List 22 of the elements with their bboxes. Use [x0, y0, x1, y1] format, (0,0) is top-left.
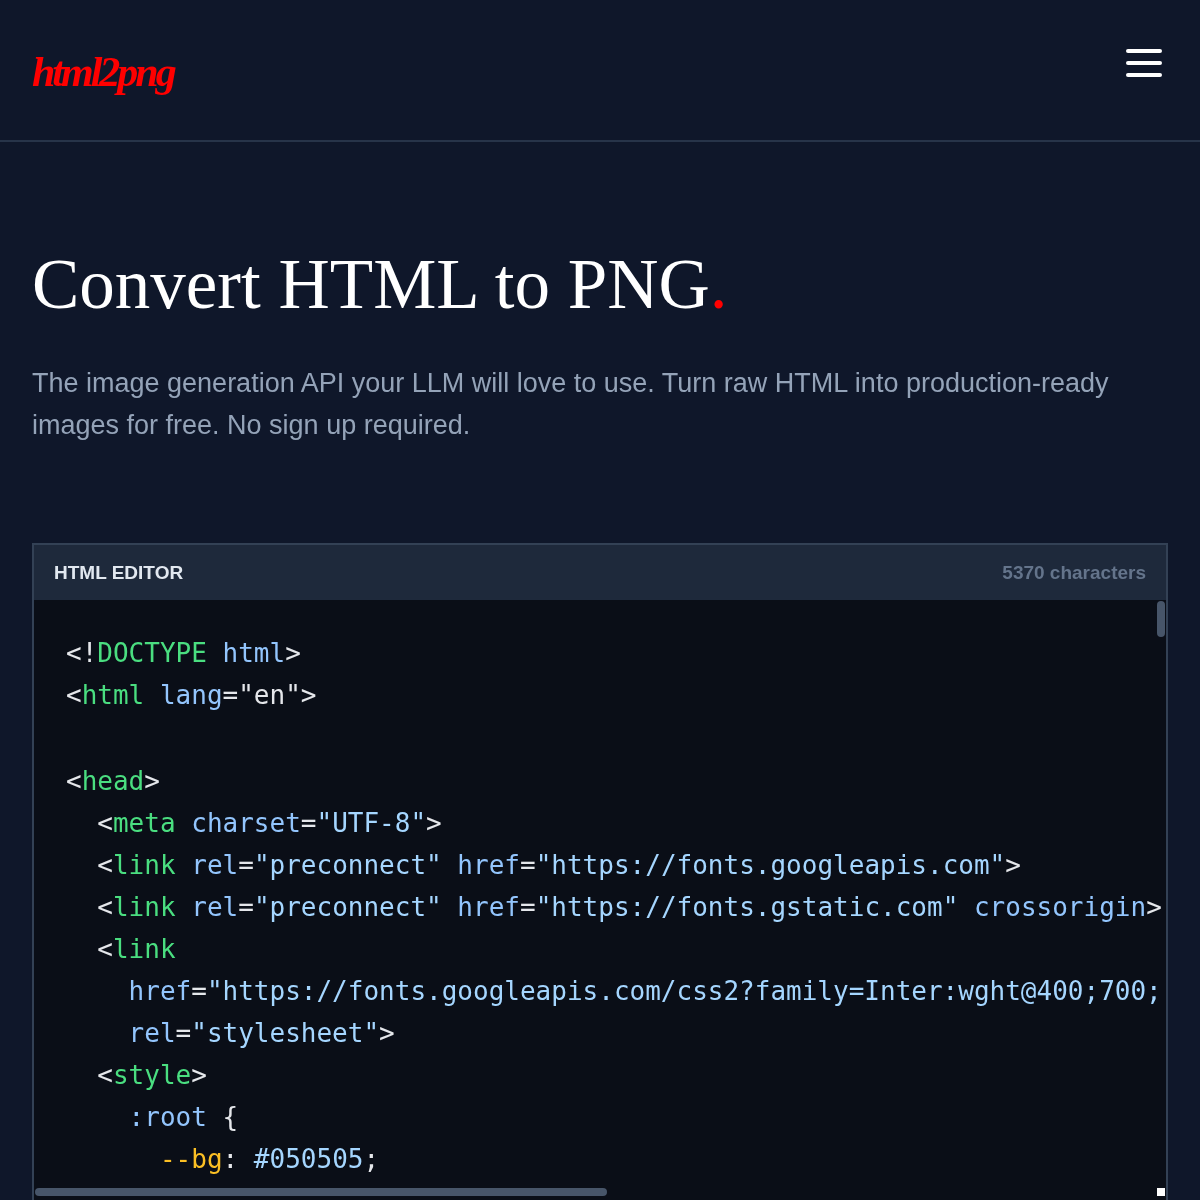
code-line: <!DOCTYPE html>	[66, 637, 301, 670]
title-dot: .	[709, 244, 728, 324]
code-line: :root {	[127, 1101, 239, 1134]
code-line: <html lang="en">	[66, 679, 317, 712]
subtitle: The image generation API your LLM will love to use. Turn raw HTML into production-ready images for free. No sign up required.	[32, 367, 1110, 442]
code-line: <link rel="preconnect" href="https://fonts.gstatic.com" crossorigin>	[96, 891, 1162, 924]
code-line: rel="stylesheet">	[127, 1017, 395, 1050]
code-line: --bg: #050505;	[158, 1143, 380, 1176]
menu-icon[interactable]	[1126, 49, 1162, 77]
code-line: href="https://fonts.googleapis.com/css2?family=Inter:wght@400;700;	[127, 975, 1162, 1008]
resize-handle[interactable]	[1157, 1188, 1165, 1196]
code-line: <meta charset="UTF-8">	[96, 807, 442, 840]
code-line: <link	[96, 933, 176, 966]
page-title: Convert HTML to PNG	[32, 244, 710, 324]
code-line: <link rel="preconnect" href="https://fonts.googleapis.com">	[96, 849, 1021, 882]
scrollbar-thumb[interactable]	[35, 1188, 607, 1196]
code-line: <head>	[66, 765, 160, 798]
character-count: 5370 characters	[1002, 561, 1146, 584]
code-line: <style>	[96, 1059, 207, 1092]
logo[interactable]: html2png	[32, 48, 174, 96]
editor-label: HTML EDITOR	[54, 561, 184, 584]
scrollbar-thumb[interactable]	[1157, 601, 1165, 637]
